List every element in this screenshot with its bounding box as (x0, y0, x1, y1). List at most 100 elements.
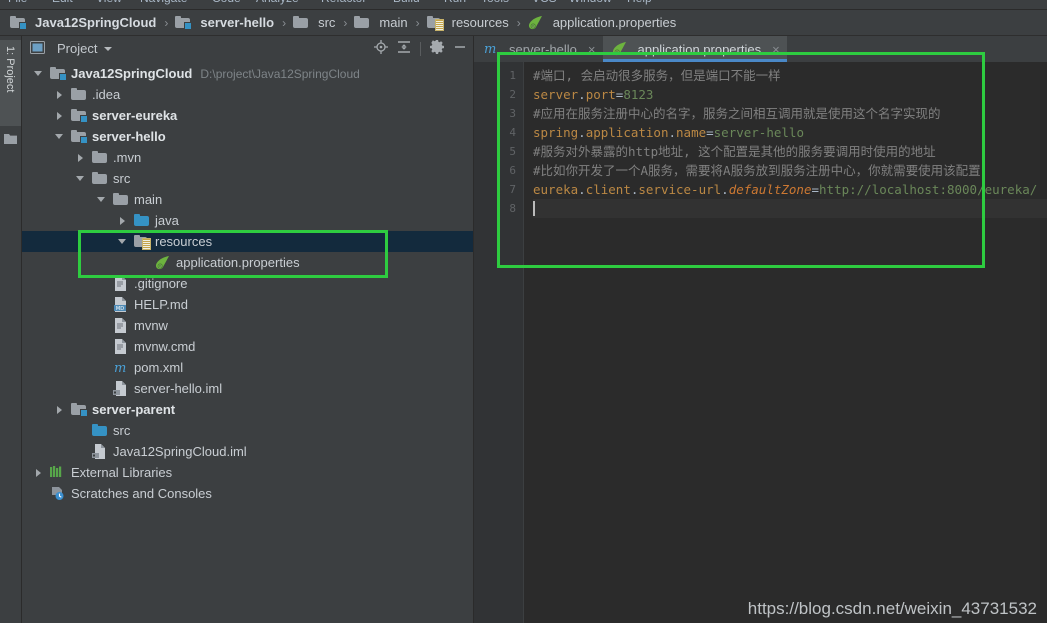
tree-row[interactable]: ☉ application.properties (22, 252, 473, 273)
resources-folder-icon (134, 234, 151, 250)
tree-row-label: .mvn (113, 150, 142, 165)
tree-row[interactable]: server-eureka (22, 105, 473, 126)
code-line[interactable]: #端口, 会启动很多服务，但是端口不能一样 (533, 66, 1047, 85)
project-tree[interactable]: Java12SpringCloud D:\project\Java12Spring… (22, 61, 473, 623)
svg-text:MD: MD (116, 306, 124, 312)
chevron-down-icon[interactable] (53, 130, 66, 143)
code-line[interactable]: spring.application.name=server-hello (533, 123, 1047, 142)
breadcrumb-item-label: main (379, 15, 408, 30)
breadcrumb-item-main[interactable]: main (352, 10, 409, 35)
chevron-down-icon[interactable] (32, 67, 45, 80)
tree-row-label: server-hello.iml (134, 381, 223, 396)
chevron-right-icon[interactable] (32, 466, 45, 479)
code-line[interactable]: server.port=8123 (533, 85, 1047, 104)
close-icon[interactable]: × (588, 42, 596, 57)
code-line[interactable] (533, 199, 1047, 218)
tree-row-label: Scratches and Consoles (71, 486, 212, 501)
svg-text:☉: ☉ (158, 263, 162, 268)
tree-twisty-empty (74, 424, 87, 437)
tree-row[interactable]: Java12SpringCloud D:\project\Java12Spring… (22, 63, 473, 84)
menu-item-tools[interactable]: Tools (481, 0, 509, 5)
breadcrumb-item-server-hello[interactable]: server-hello (173, 10, 276, 35)
resources-folder-icon (426, 15, 444, 31)
code-line[interactable]: #服务对外暴露的http地址, 这个配置是其他的服务要调用时使用的地址 (533, 142, 1047, 161)
breadcrumb-item-resources[interactable]: resources (425, 10, 511, 35)
chevron-right-icon[interactable] (53, 88, 66, 101)
code-line[interactable]: #比如你开发了一个A服务，需要将A服务放到服务注册中心，你就需要使用该配置 (533, 161, 1047, 180)
menu-item-vcs[interactable]: VCS (532, 0, 557, 5)
tree-row[interactable]: m pom.xml (22, 357, 473, 378)
chevron-right-icon[interactable] (74, 151, 87, 164)
folder-icon (92, 171, 108, 187)
menu-item-help[interactable]: Help (627, 0, 652, 5)
menu-item-run[interactable]: Run (444, 0, 466, 5)
tree-row[interactable]: src (22, 420, 473, 441)
source-folder-icon (134, 213, 150, 229)
tree-row[interactable]: Java12SpringCloud.iml (22, 441, 473, 462)
folder-icon[interactable] (4, 132, 17, 147)
tree-row[interactable]: MD HELP.md (22, 294, 473, 315)
tree-row[interactable]: java (22, 210, 473, 231)
tree-row[interactable]: main (22, 189, 473, 210)
gear-icon[interactable] (430, 40, 444, 57)
chevron-down-icon[interactable] (104, 46, 113, 51)
spring-leaf-icon: ☉ (528, 15, 544, 31)
menu-item-build[interactable]: Build (393, 0, 420, 5)
minimize-icon[interactable] (453, 40, 467, 57)
tree-row-label: pom.xml (134, 360, 184, 375)
code-editor[interactable]: #端口, 会启动很多服务，但是端口不能一样 server.port=8123 #应用… (524, 62, 1047, 623)
collapse-all-icon[interactable] (397, 40, 411, 57)
tree-row[interactable]: mvnw.cmd (22, 336, 473, 357)
locate-icon[interactable] (374, 40, 388, 57)
menu-item-refactor[interactable]: Refactor (321, 0, 366, 5)
chevron-down-icon[interactable] (74, 172, 87, 185)
tree-row[interactable]: Scratches and Consoles (22, 483, 473, 504)
menu-item-file[interactable]: File (8, 0, 27, 5)
tree-row[interactable]: .gitignore (22, 273, 473, 294)
code-token: . (578, 87, 586, 102)
tree-row[interactable]: server-hello (22, 126, 473, 147)
code-line[interactable]: eureka.client.service-url.defaultZone=ht… (533, 180, 1047, 199)
menu-bar[interactable]: File Edit View Navigate Code Analyze Refactor B… (0, 0, 1047, 10)
sidebar-item-project[interactable]: 1: Project (0, 40, 21, 126)
tree-row[interactable]: server-hello.iml (22, 378, 473, 399)
chevron-right-icon[interactable] (116, 214, 129, 227)
tree-row[interactable]: resources (22, 231, 473, 252)
menu-item-analyze[interactable]: Analyze (256, 0, 299, 5)
editor-tab-server-hello[interactable]: m server-hello × (474, 36, 603, 62)
tree-row[interactable]: mvnw (22, 315, 473, 336)
scratches-icon (50, 486, 66, 502)
project-tool-tab-label: 1: Project (4, 46, 16, 93)
chevron-right-icon[interactable] (53, 403, 66, 416)
tree-row-label: .gitignore (134, 276, 188, 291)
svg-text:☉: ☉ (531, 23, 535, 28)
tree-row[interactable]: External Libraries (22, 462, 473, 483)
tree-row[interactable]: server-parent (22, 399, 473, 420)
code-line[interactable]: #应用在服务注册中心的名字，服务之间相互调用就是使用这个名字实现的 (533, 104, 1047, 123)
editor-tab-label: server-hello (509, 41, 577, 57)
tree-twisty-empty (95, 277, 108, 290)
close-icon[interactable]: × (772, 42, 780, 57)
tree-row[interactable]: .idea (22, 84, 473, 105)
menu-item-navigate[interactable]: Navigate (140, 0, 187, 5)
project-panel-title: Project (57, 41, 98, 56)
tree-twisty-empty (95, 319, 108, 332)
tree-row[interactable]: .mvn (22, 147, 473, 168)
tree-row-label: server-parent (92, 402, 176, 417)
breadcrumb-item-src[interactable]: src (291, 10, 337, 35)
editor-tab-application-properties[interactable]: ☉ application.properties × (602, 36, 787, 62)
menu-item-code[interactable]: Code (212, 0, 241, 5)
tree-row-label: src (113, 171, 131, 186)
breadcrumb-item-java12springcloud[interactable]: Java12SpringCloud (8, 10, 158, 35)
spring-leaf-icon: ☉ (155, 255, 171, 271)
maven-icon: m (113, 360, 129, 376)
breadcrumb-item-application-properties[interactable]: ☉ application.properties (526, 10, 679, 35)
menu-item-view[interactable]: View (96, 0, 122, 5)
chevron-down-icon[interactable] (116, 235, 129, 248)
project-view-icon (30, 40, 46, 57)
menu-item-window[interactable]: Window (569, 0, 612, 5)
tree-row[interactable]: src (22, 168, 473, 189)
chevron-right-icon[interactable] (53, 109, 66, 122)
menu-item-edit[interactable]: Edit (52, 0, 73, 5)
chevron-down-icon[interactable] (95, 193, 108, 206)
